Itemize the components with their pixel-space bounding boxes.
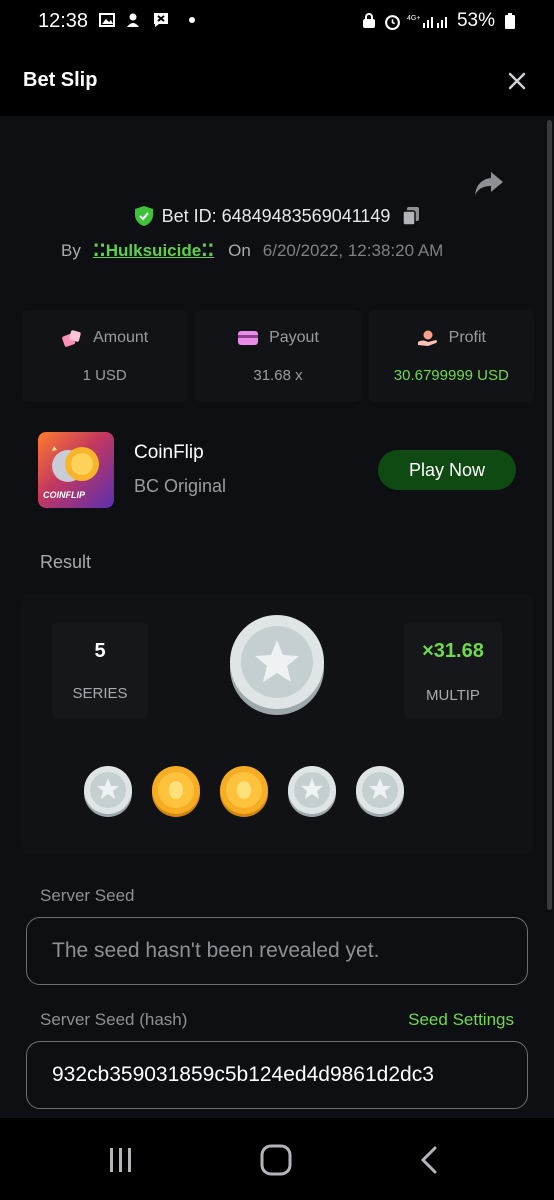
bet-stats: Amount 1 USD Payout 31.68 x Profit 30.67…: [22, 310, 534, 402]
dice-icon: [62, 329, 81, 347]
stat-profit-value: 30.6799999 USD: [393, 366, 509, 384]
gallery-icon: [98, 11, 115, 28]
server-seed-hash-label: Server Seed (hash): [40, 1010, 188, 1029]
home-icon: [260, 1144, 292, 1176]
stat-amount-label: Amount: [93, 328, 149, 346]
back-button[interactable]: [410, 1140, 450, 1180]
game-name: CoinFlip: [134, 442, 204, 463]
stat-payout-value: 31.68 x: [253, 366, 303, 384]
multiplier-box: ×31.68 MULTIP: [404, 622, 502, 718]
bet-slip-header: Bet Slip: [0, 44, 554, 116]
stat-profit: Profit 30.6799999 USD: [368, 310, 534, 402]
username-link[interactable]: ⁚⁚Hulksuicide⁚⁚: [93, 241, 214, 261]
lock-icon: [361, 13, 378, 30]
recent-apps-icon: [110, 1148, 131, 1172]
result-label: Result: [40, 552, 92, 572]
coin-gold-icon: [220, 766, 268, 817]
on-label: On: [228, 241, 251, 260]
close-icon: [508, 72, 526, 90]
page-title: Bet Slip: [23, 69, 98, 91]
bet-date: 6/20/2022, 12:38:20 AM: [262, 241, 444, 260]
message-x-icon: [152, 11, 169, 28]
stat-payout: Payout 31.68 x: [195, 310, 361, 402]
share-button[interactable]: [473, 168, 505, 198]
coin-silver-icon: [84, 766, 132, 817]
battery-icon: [501, 13, 518, 30]
series-value: 5: [94, 640, 106, 662]
coinflip-thumbnail[interactable]: COINFLIP: [38, 432, 114, 508]
status-bar: 12:38 4G+ 53%: [0, 0, 554, 44]
signal-4g-icon: 4G+: [407, 13, 451, 30]
system-navigation-bar: [0, 1118, 554, 1200]
server-seed-label: Server Seed: [40, 886, 135, 905]
card-icon: [238, 330, 259, 345]
bet-author-row: By ⁚⁚Hulksuicide⁚⁚ On 6/20/2022, 12:38:2…: [61, 241, 443, 261]
stat-amount-value: 1 USD: [82, 366, 127, 384]
multiplier-value: ×31.68: [422, 640, 484, 662]
status-time: 12:38: [38, 10, 89, 32]
game-row: COINFLIP CoinFlip BC Original Play Now: [38, 432, 518, 510]
result-coin-silver-icon: [230, 615, 324, 715]
stat-payout-label: Payout: [269, 328, 319, 346]
home-button[interactable]: [256, 1140, 296, 1180]
seed-settings-link[interactable]: Seed Settings: [408, 1010, 514, 1030]
notification-icons: [98, 11, 195, 28]
stat-profit-label: Profit: [448, 328, 486, 346]
by-label: By: [61, 241, 81, 260]
back-icon: [420, 1146, 437, 1174]
svg-text:4G+: 4G+: [407, 15, 420, 22]
coin-silver-icon: [356, 766, 404, 817]
server-seed-field[interactable]: The seed hasn't been revealed yet.: [26, 917, 528, 985]
share-icon: [475, 172, 503, 195]
thumbnail-label: COINFLIP: [43, 490, 85, 500]
system-icons: 4G+ 53%: [361, 10, 518, 32]
stat-amount: Amount 1 USD: [22, 310, 188, 402]
multiplier-label: MULTIP: [426, 687, 480, 704]
server-seed-hash-field[interactable]: 932cb359031859c5b124ed4d9861d2dc3: [26, 1041, 528, 1109]
contact-icon: [125, 11, 142, 28]
coin-silver-icon: [288, 766, 336, 817]
play-now-button[interactable]: Play Now: [378, 450, 516, 490]
battery-percent: 53%: [456, 10, 495, 31]
scrollbar[interactable]: [547, 120, 552, 910]
series-box: 5 SERIES: [52, 622, 148, 718]
copy-icon[interactable]: [402, 206, 420, 226]
series-label: SERIES: [72, 685, 128, 702]
recent-apps-button[interactable]: [100, 1140, 140, 1180]
bet-id: Bet ID: 64849483569041149: [161, 205, 391, 226]
bet-id-row: Bet ID: 64849483569041149: [0, 205, 554, 227]
verified-shield-icon: [134, 206, 153, 226]
hand-coin-icon: [417, 330, 437, 346]
alarm-icon: [384, 13, 401, 30]
notification-dot-icon: [189, 16, 195, 23]
coin-gold-icon: [152, 766, 200, 817]
close-button[interactable]: [504, 68, 530, 94]
game-subtitle: BC Original: [134, 476, 227, 496]
